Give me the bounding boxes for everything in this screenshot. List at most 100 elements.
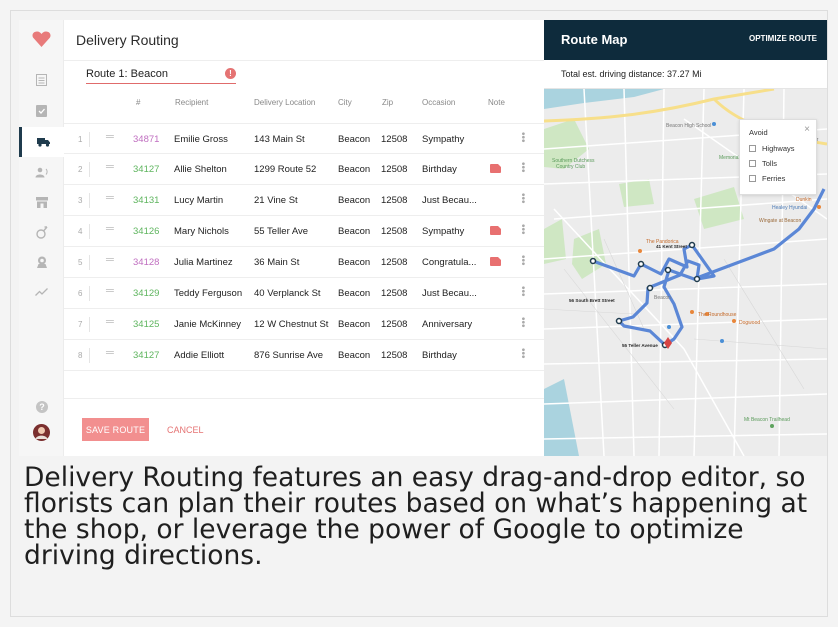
order-id[interactable]: 34127 (133, 164, 159, 175)
table-row[interactable]: 7 34125 Janie McKinney 12 W Chestnut St Beac… (64, 309, 544, 340)
save-route-button[interactable]: SAVE ROUTE (82, 418, 149, 441)
table-row[interactable]: 5 34128 Julia Martinez 36 Main St Beacon 1250… (64, 247, 544, 278)
city: Beacon (338, 134, 371, 145)
svg-text:The Roundhouse: The Roundhouse (698, 312, 737, 318)
row-number: 2 (78, 165, 83, 174)
more-options-icon[interactable]: ••• (517, 193, 528, 204)
more-options-icon[interactable]: ••• (517, 317, 528, 328)
zip: 12508 (381, 350, 408, 361)
recipient-name: Emilie Gross (174, 134, 228, 145)
checkbox[interactable] (749, 160, 756, 167)
row-number: 1 (78, 135, 83, 144)
note-icon[interactable] (490, 226, 501, 235)
occasion: Sympathy (422, 134, 465, 145)
search-person-icon (35, 225, 48, 239)
table-row[interactable]: 4 34126 Mary Nichols 55 Teller Ave Beacon 125… (64, 216, 544, 247)
column-header-city[interactable]: City (338, 98, 352, 107)
note-icon[interactable] (490, 257, 501, 266)
delivery-location: 55 Teller Ave (254, 226, 309, 237)
recipient-name: Teddy Ferguson (174, 288, 243, 299)
more-options-icon[interactable]: ••• (517, 286, 528, 297)
order-id[interactable]: 34126 (133, 226, 159, 237)
drag-handle-icon[interactable]: ═ (106, 254, 114, 266)
drag-handle-icon[interactable]: ═ (106, 161, 114, 173)
column-header-location[interactable]: Delivery Location (254, 98, 315, 107)
map-label-teller: 55 Teller Avenue (622, 343, 658, 348)
svg-text:Mt Beacon Trailhead: Mt Beacon Trailhead (744, 417, 790, 423)
order-id[interactable]: 34125 (133, 319, 159, 330)
row-divider (89, 162, 90, 177)
map-view[interactable]: Southern Dutchess Country Club Mt Beacon … (544, 89, 827, 456)
more-options-icon[interactable]: ••• (517, 224, 528, 235)
row-number: 6 (78, 289, 83, 298)
delivery-location: 876 Sunrise Ave (254, 350, 324, 361)
map-label-kent: 41 Kent Street (656, 244, 687, 249)
avoid-option-label: Highways (762, 144, 795, 153)
table-row[interactable]: 8 34127 Addie Elliott 876 Sunrise Ave Beacon… (64, 340, 544, 371)
more-options-icon[interactable]: ••• (517, 132, 528, 143)
table-row[interactable]: 3 34131 Lucy Martin 21 Vine St Beacon 12508 Ju… (64, 185, 544, 216)
avoid-option-highways[interactable]: Highways (749, 144, 795, 153)
sidebar-item-awards[interactable] (19, 247, 64, 277)
note-icon[interactable] (490, 164, 501, 173)
avoid-option-tolls[interactable]: Tolls (749, 159, 777, 168)
table-row[interactable]: 2 34127 Allie Shelton 1299 Route 52 Beacon 12… (64, 154, 544, 185)
sidebar-item-delivery[interactable] (19, 127, 64, 157)
column-header-occasion[interactable]: Occasion (422, 98, 455, 107)
more-options-icon[interactable]: ••• (517, 255, 528, 266)
avatar[interactable] (19, 417, 64, 447)
map-title: Route Map (561, 32, 628, 47)
delivery-location: 143 Main St (254, 134, 305, 145)
table-row[interactable]: 1 34871 Emilie Gross 143 Main St Beacon 12508… (64, 123, 544, 154)
drag-handle-icon[interactable]: ═ (106, 347, 114, 359)
sidebar-item-shop[interactable] (19, 187, 64, 217)
drag-handle-icon[interactable]: ═ (106, 316, 114, 328)
zip: 12508 (381, 226, 408, 237)
delivery-location: 1299 Route 52 (254, 164, 317, 175)
more-options-icon[interactable]: ••• (517, 348, 528, 359)
table-row[interactable]: 6 34129 Teddy Ferguson 40 Verplanck St Beaco… (64, 278, 544, 309)
row-divider (89, 224, 90, 239)
drag-handle-icon[interactable]: ═ (106, 131, 114, 143)
zip: 12508 (381, 257, 408, 268)
sidebar: ? (19, 20, 64, 456)
recipient-name: Julia Martinez (174, 257, 233, 268)
checkbox[interactable] (749, 175, 756, 182)
city: Beacon (338, 319, 371, 330)
column-header-zip[interactable]: Zip (382, 98, 393, 107)
delivery-table: 1 34871 Emilie Gross 143 Main St Beacon 12508… (64, 123, 544, 371)
drag-handle-icon[interactable]: ═ (106, 192, 114, 204)
optimize-route-button[interactable]: OPTIMIZE ROUTE (749, 34, 817, 43)
zip: 12508 (381, 134, 408, 145)
city: Beacon (338, 350, 371, 361)
avoid-option-ferries[interactable]: Ferries (749, 174, 785, 183)
order-id[interactable]: 34131 (133, 195, 159, 206)
recipient-name: Janie McKinney (174, 319, 242, 330)
drag-handle-icon[interactable]: ═ (106, 285, 114, 297)
drag-handle-icon[interactable]: ═ (106, 223, 114, 235)
route-name-input[interactable] (86, 65, 236, 84)
sidebar-item-tasks[interactable] (19, 96, 64, 126)
sidebar-item-reports[interactable] (19, 277, 64, 307)
order-id[interactable]: 34871 (133, 134, 159, 145)
delivery-location: 12 W Chestnut St (254, 319, 329, 330)
sidebar-item-search[interactable] (19, 217, 64, 247)
sidebar-item-customers[interactable] (19, 157, 64, 187)
table-header: # Recipient Delivery Location City Zip O… (64, 98, 544, 114)
row-number: 5 (78, 258, 83, 267)
occasion: Just Becau... (422, 288, 477, 299)
order-id[interactable]: 34128 (133, 257, 159, 268)
order-id[interactable]: 34129 (133, 288, 159, 299)
map-label-brett: 56 South Brett Street (569, 298, 615, 303)
order-id[interactable]: 34127 (133, 350, 159, 361)
cancel-button[interactable]: CANCEL (167, 418, 204, 441)
svg-text:Country Club: Country Club (556, 164, 585, 170)
checkbox[interactable] (749, 145, 756, 152)
column-header-num: # (136, 98, 141, 107)
more-options-icon[interactable]: ••• (517, 162, 528, 173)
sidebar-item-orders[interactable] (19, 65, 64, 95)
column-header-recipient[interactable]: Recipient (175, 98, 208, 107)
app-window: ? Delivery Routing ! # Recipient Deliver… (19, 20, 827, 456)
heart-logo-icon[interactable] (32, 31, 51, 53)
close-icon[interactable]: × (804, 124, 810, 135)
